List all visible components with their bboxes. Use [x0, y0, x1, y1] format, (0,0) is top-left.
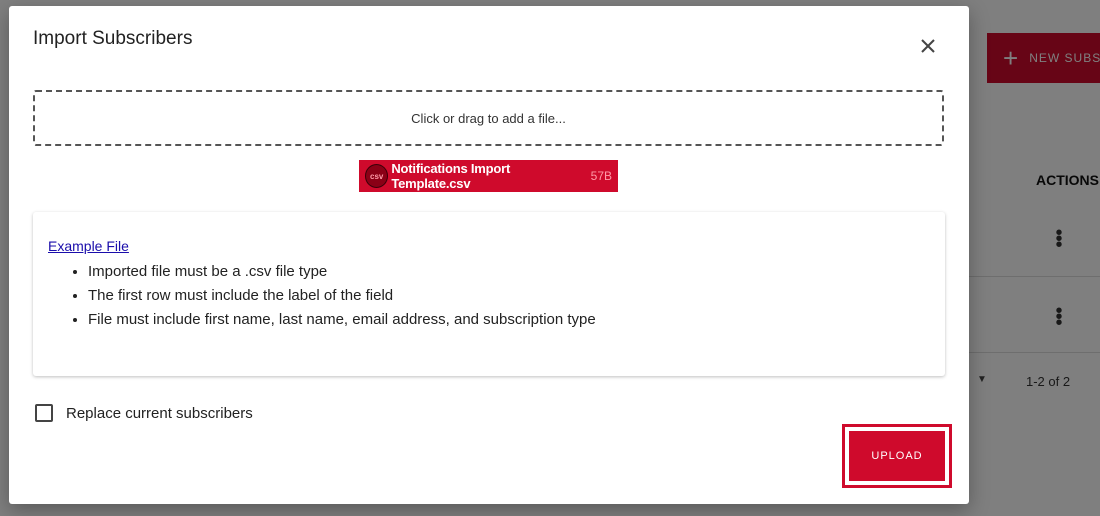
replace-subscribers-checkbox[interactable] — [35, 404, 53, 422]
list-item: Imported file must be a .csv file type — [88, 260, 596, 284]
upload-button[interactable]: UPLOAD — [849, 431, 945, 481]
list-item: The first row must include the label of … — [88, 284, 596, 308]
selected-file-chip[interactable]: csv Notifications Import Template.csv 57… — [359, 160, 618, 192]
import-instructions-card: Example File Imported file must be a .cs… — [33, 212, 945, 376]
upload-button-focus-ring: UPLOAD — [842, 424, 952, 488]
csv-file-icon: csv — [365, 164, 389, 188]
example-file-link[interactable]: Example File — [48, 238, 129, 254]
dropzone-text: Click or drag to add a file... — [411, 110, 566, 126]
import-subscribers-dialog: Import Subscribers Click or drag to add … — [9, 6, 969, 504]
import-rules-list: Imported file must be a .csv file type T… — [48, 260, 596, 332]
file-name: Notifications Import Template.csv — [391, 161, 511, 191]
dialog-title: Import Subscribers — [33, 28, 193, 49]
replace-subscribers-label: Replace current subscribers — [66, 404, 253, 422]
close-icon[interactable] — [914, 32, 942, 60]
replace-subscribers-option[interactable]: Replace current subscribers — [35, 404, 253, 422]
file-size: 57B — [590, 169, 612, 183]
file-dropzone[interactable]: Click or drag to add a file... — [33, 90, 944, 146]
list-item: File must include first name, last name,… — [88, 308, 596, 332]
